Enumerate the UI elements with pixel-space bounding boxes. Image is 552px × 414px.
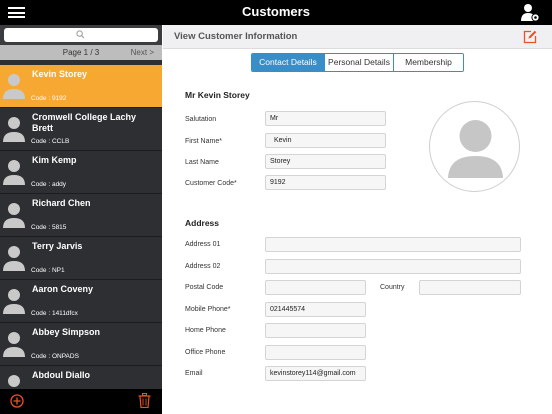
customer-code: Code : 9192 (31, 95, 67, 102)
home-phone-field[interactable] (265, 323, 366, 338)
next-page-link[interactable]: Next > (131, 48, 154, 57)
customer-name: Aaron Coveny (32, 284, 94, 294)
customer-list-item[interactable]: Kim Kemp Code : addy (0, 151, 162, 194)
postal-code-label: Postal Code (185, 284, 224, 291)
postal-code-field[interactable] (265, 280, 366, 295)
customer-list-item[interactable]: Abbey Simpson Code : ONPADS (0, 323, 162, 366)
last-name-field[interactable]: Storey (265, 154, 386, 169)
country-field[interactable] (419, 280, 521, 295)
customer-name: Abdoul Diallo (32, 370, 90, 380)
address01-label: Address 01 (185, 241, 221, 248)
search-input[interactable] (4, 28, 158, 42)
customer-list-item[interactable]: Kevin Storey Code : 9192 (0, 65, 162, 108)
address02-field[interactable] (265, 259, 521, 274)
avatar-icon (3, 71, 25, 101)
customer-list-item[interactable]: Richard Chen Code : 5815 (0, 194, 162, 237)
tab-membership[interactable]: Membership (394, 54, 463, 71)
avatar-placeholder-icon[interactable] (429, 101, 520, 192)
avatar-icon (3, 329, 25, 359)
customer-name: Richard Chen (32, 198, 91, 208)
trash-icon[interactable] (138, 393, 151, 408)
customer-code: Code : NP1 (31, 267, 65, 274)
customer-code: Code : 5815 (31, 224, 67, 231)
email-label: Email (185, 370, 203, 377)
detail-tabs: Contact Details Personal Details Members… (251, 53, 464, 72)
customer-name: Kevin Storey (32, 69, 88, 79)
customer-name: Abbey Simpson (32, 327, 101, 337)
salutation-label: Salutation (185, 116, 217, 123)
customer-code-field[interactable]: 9192 (265, 175, 386, 190)
office-phone-label: Office Phone (185, 349, 226, 356)
email-field[interactable]: kevinstorey114@gmail.com (265, 366, 366, 381)
add-circle-icon[interactable] (10, 394, 24, 408)
tab-contact-details[interactable]: Contact Details (252, 54, 325, 71)
address01-field[interactable] (265, 237, 521, 252)
pagination: Page 1 / 3 Next > (0, 45, 162, 60)
avatar-icon (3, 286, 25, 316)
last-name-label: Last Name (185, 159, 219, 166)
detail-title: View Customer Information (174, 31, 298, 42)
customer-code: Code : 1411dfcx (31, 310, 78, 317)
customer-list-item[interactable]: Aaron Coveny Code : 1411dfcx (0, 280, 162, 323)
customer-list-item[interactable]: Cromwell College Lachy Brett Code : CCLB (0, 108, 162, 151)
first-name-label: First Name* (185, 138, 222, 145)
customer-detail-panel: View Customer Information Contact Detail… (163, 25, 552, 414)
user-settings-icon[interactable] (520, 3, 540, 22)
home-phone-label: Home Phone (185, 327, 226, 334)
address-heading: Address (185, 218, 220, 228)
avatar-icon (3, 243, 25, 273)
customer-code: Code : CCLB (31, 138, 70, 145)
salutation-field[interactable]: Mr (265, 111, 386, 126)
first-name-field[interactable]: Kevin (265, 133, 386, 148)
detail-header: View Customer Information (163, 25, 552, 49)
mobile-phone-label: Mobile Phone* (185, 306, 231, 313)
sidebar-footer (0, 389, 162, 414)
mobile-phone-field[interactable]: 021445574 (265, 302, 366, 317)
country-label: Country (380, 284, 405, 291)
customer-name: Cromwell College Lachy Brett (32, 112, 137, 133)
address02-label: Address 02 (185, 263, 221, 270)
customer-heading: Mr Kevin Storey (185, 90, 250, 100)
customer-name: Kim Kemp (32, 155, 77, 165)
customer-name: Terry Jarvis (32, 241, 83, 251)
customer-code: Code : addy (31, 181, 67, 188)
avatar-icon (3, 114, 25, 144)
customer-code: Code : ONPADS (31, 353, 79, 360)
customer-sidebar: Page 1 / 3 Next > Kevin Storey Code : 919… (0, 25, 162, 414)
tab-personal-details[interactable]: Personal Details (325, 54, 394, 71)
search-bar (0, 25, 162, 45)
office-phone-field[interactable] (265, 345, 366, 360)
avatar-icon (3, 157, 25, 187)
edit-icon[interactable] (523, 30, 537, 44)
customer-code-label: Customer Code* (185, 180, 237, 187)
search-icon (76, 30, 85, 39)
customer-list-item[interactable]: Terry Jarvis Code : NP1 (0, 237, 162, 280)
app-title: Customers (242, 4, 310, 19)
top-bar: Customers (0, 0, 552, 25)
avatar-icon (3, 200, 25, 230)
